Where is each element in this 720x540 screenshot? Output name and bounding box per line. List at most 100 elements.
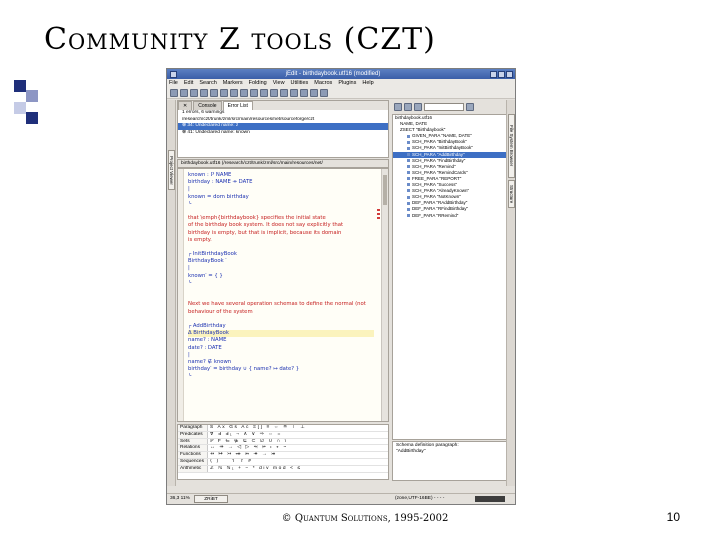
symbol-buttons[interactable]: ∀ ∃ ∃₁ ¬ ∧ ∨ ⇒ ⇔ =: [208, 432, 388, 438]
print-icon[interactable]: [210, 88, 218, 97]
code-line[interactable]: birthday′ = birthday ∪ { name? ↦ date? }: [188, 366, 374, 373]
scrollbar-thumb[interactable]: [383, 175, 387, 205]
code-line[interactable]: └: [188, 373, 374, 380]
symbol-category: Paragraph: [178, 425, 208, 431]
code-line[interactable]: birthday : NAME ⇸ DATE: [188, 179, 374, 186]
menu-utilities[interactable]: Utilities: [291, 79, 309, 87]
error-item[interactable]: ⊗ 41: Undeclared name: known: [178, 130, 388, 137]
undo-icon[interactable]: [220, 88, 228, 97]
editor-gutter[interactable]: [178, 169, 184, 421]
expand-icon[interactable]: [414, 102, 422, 111]
symbol-buttons[interactable]: ↔ ⇸ → ◁ ▷ ⩤ ⩥ ⨾ ∘ ~: [208, 445, 388, 451]
dock-tab-structure[interactable]: Structure: [508, 180, 515, 208]
parse-icon[interactable]: [404, 102, 412, 111]
parser-select[interactable]: [424, 102, 464, 111]
maximize-icon[interactable]: [498, 70, 505, 78]
open-file-icon[interactable]: [180, 88, 188, 97]
menu-help[interactable]: Help: [362, 79, 373, 87]
code-line[interactable]: [188, 287, 374, 294]
symbol-buttons[interactable]: ⟨ ⟩ ⁀ ↿ ↾ #: [208, 459, 388, 465]
new-file-icon[interactable]: [170, 88, 178, 97]
code-line[interactable]: name? ∉ known: [188, 359, 374, 366]
error-markers: [377, 209, 380, 221]
window-menu-icon[interactable]: [170, 70, 177, 78]
error-marker[interactable]: [377, 209, 380, 211]
symbol-row: Predicates ∀ ∃ ∃₁ ¬ ∧ ∨ ⇒ ⇔ =: [178, 431, 388, 439]
status-button[interactable]: ZRiBT: [194, 495, 228, 503]
code-line[interactable]: [188, 244, 374, 251]
code-line[interactable]: behaviour of the system: [188, 309, 374, 316]
code-line[interactable]: name? : NAME: [188, 337, 374, 344]
code-line[interactable]: [188, 316, 374, 323]
dock-tab-project-viewer[interactable]: Project Viewer: [168, 150, 175, 190]
dock-tab-file-system-browser[interactable]: File System Browser: [508, 114, 515, 178]
tab-error-list[interactable]: Error List: [222, 101, 253, 110]
structure-tree[interactable]: birthdaybook.utf16 NAME, DATE ZSECT "Birth…: [392, 114, 507, 440]
redo-icon[interactable]: [230, 88, 238, 97]
code-line[interactable]: ┌ InitBirthdayBook: [188, 251, 374, 258]
find-icon[interactable]: [270, 88, 278, 97]
buffer-switcher[interactable]: birthdaybook.utf16 (/research/czt/trunk/…: [177, 159, 389, 168]
symbol-buttons[interactable]: ℤ ℕ ℕ₁ + − * div mod < ≤: [208, 466, 388, 472]
options-icon[interactable]: [300, 88, 308, 97]
refresh-icon[interactable]: [466, 102, 474, 111]
tab-console[interactable]: Console: [193, 101, 222, 110]
code-line[interactable]: birthday is empty, but that is implicit,…: [188, 230, 374, 237]
editor-content[interactable]: known : ℙ NAME birthday : NAME ⇸ DATE | kno…: [188, 172, 374, 380]
tree-node[interactable]: DEF_PARA "RRemind": [393, 213, 506, 219]
plugin-manager-icon[interactable]: [310, 88, 318, 97]
symbol-buttons[interactable]: ⇸ ↦ ↣ ⤀ ⤔ ↠ → ⤖: [208, 452, 388, 458]
code-line[interactable]: known′ = { }: [188, 273, 374, 280]
tab-close-icon[interactable]: ✕: [178, 101, 193, 110]
menu-view[interactable]: View: [273, 79, 285, 87]
code-line[interactable]: Δ BirthdayBook: [188, 330, 374, 338]
code-line[interactable]: is empty.: [188, 237, 374, 244]
code-line[interactable]: └: [188, 201, 374, 208]
menu-macros[interactable]: Macros: [314, 79, 332, 87]
code-line[interactable]: |: [188, 265, 374, 272]
structure-toolbar: [392, 100, 507, 113]
code-line[interactable]: [188, 208, 374, 215]
error-marker[interactable]: [377, 213, 380, 215]
paste-icon[interactable]: [260, 88, 268, 97]
code-line[interactable]: |: [188, 186, 374, 193]
caret-position: 36,3 11%: [170, 496, 190, 501]
code-line[interactable]: [188, 294, 374, 301]
code-line[interactable]: └: [188, 280, 374, 287]
error-marker[interactable]: [377, 217, 380, 219]
right-dock: File System Browser Structure: [506, 100, 515, 486]
close-icon[interactable]: [394, 102, 402, 111]
code-line[interactable]: BirthdayBook ′: [188, 258, 374, 265]
code-line[interactable]: Next we have several operation schemas t…: [188, 301, 374, 308]
find-next-icon[interactable]: [280, 88, 288, 97]
code-line[interactable]: known : ℙ NAME: [188, 172, 374, 179]
menu-edit[interactable]: Edit: [184, 79, 193, 87]
menu-file[interactable]: File: [169, 79, 178, 87]
menu-plugins[interactable]: Plugins: [338, 79, 356, 87]
text-editor[interactable]: known : ℙ NAME birthday : NAME ⇸ DATE | kno…: [177, 168, 389, 422]
replace-icon[interactable]: [290, 88, 298, 97]
symbol-category: Functions: [178, 452, 208, 458]
code-line[interactable]: |: [188, 352, 374, 359]
symbol-buttons[interactable]: ℙ F ∈ ∉ ⊆ ⊂ ∅ ∪ ∩ \: [208, 439, 388, 445]
editor-scrollbar[interactable]: [381, 169, 388, 421]
symbol-category: Sets: [178, 438, 208, 445]
minimize-icon[interactable]: [490, 70, 497, 78]
code-line[interactable]: that \emph{birthdaybook} specifies the i…: [188, 215, 374, 222]
copy-icon[interactable]: [250, 88, 258, 97]
close-icon[interactable]: [506, 70, 513, 78]
bullet-square: [26, 112, 38, 124]
menu-markers[interactable]: Markers: [223, 79, 243, 87]
menu-search[interactable]: Search: [199, 79, 216, 87]
structure-hint: Schema definition paragraph: "AddBirthda…: [392, 441, 507, 481]
close-file-icon[interactable]: [200, 88, 208, 97]
code-line[interactable]: of the birthday book system. It does not…: [188, 222, 374, 229]
help-icon[interactable]: [320, 88, 328, 97]
code-line[interactable]: date? : DATE: [188, 345, 374, 352]
menu-folding[interactable]: Folding: [249, 79, 267, 87]
symbol-buttons[interactable]: S Ax Gs Ac Ξ[] ≡ ⇔ ≙ ⊤ ⊥: [208, 425, 388, 431]
cut-icon[interactable]: [240, 88, 248, 97]
code-line[interactable]: ┌ AddBirthday: [188, 323, 374, 330]
code-line[interactable]: known = dom birthday: [188, 194, 374, 201]
save-icon[interactable]: [190, 88, 198, 97]
